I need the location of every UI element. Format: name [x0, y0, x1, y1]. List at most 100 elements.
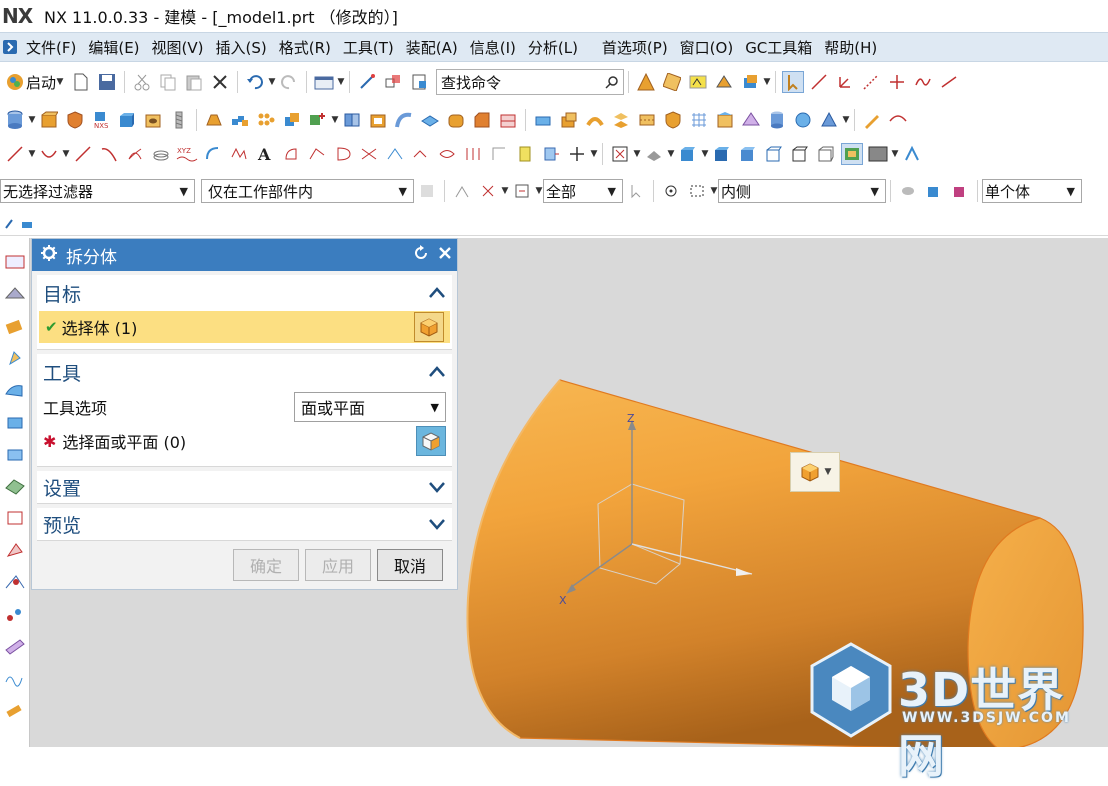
draft-icon[interactable]: [203, 109, 225, 131]
copy-icon[interactable]: [157, 71, 179, 93]
fit-view-icon[interactable]: [609, 143, 631, 165]
chevron-down-icon[interactable]: [428, 478, 446, 496]
touch-mode-icon[interactable]: [356, 71, 378, 93]
display-mode-icon[interactable]: [687, 71, 709, 93]
book-icon[interactable]: [341, 109, 363, 131]
tool-section-header[interactable]: 工具: [37, 354, 452, 390]
menu-edit[interactable]: 编辑(E): [82, 37, 145, 58]
menu-insert[interactable]: 插入(S): [210, 37, 273, 58]
system-scene-icon[interactable]: [4, 602, 26, 626]
chevron-down-icon[interactable]: [428, 515, 446, 533]
select-face-row[interactable]: ✱ 选择面或平面 (0): [37, 424, 452, 458]
wrap-icon[interactable]: [584, 109, 606, 131]
menu-window[interactable]: 窗口(O): [674, 37, 740, 58]
apply-button[interactable]: 应用: [305, 549, 371, 581]
combined-curve-icon[interactable]: [384, 143, 406, 165]
hole-icon[interactable]: [142, 109, 164, 131]
law-curve-icon[interactable]: XYZ: [176, 143, 198, 165]
undo-icon[interactable]: [244, 71, 266, 93]
selection-toggle-icon[interactable]: [782, 71, 805, 93]
system-material-icon[interactable]: [4, 474, 26, 498]
background-icon[interactable]: [867, 143, 889, 165]
circle-select-icon[interactable]: [660, 180, 682, 202]
sweep-icon[interactable]: [393, 109, 415, 131]
line-icon[interactable]: [808, 71, 830, 93]
menu-analysis[interactable]: 分析(L): [522, 37, 584, 58]
polygon-icon[interactable]: [228, 143, 250, 165]
web-browser-icon[interactable]: [4, 410, 26, 434]
ruled-icon[interactable]: [740, 109, 762, 131]
thread-icon[interactable]: [168, 109, 190, 131]
assembly-filter-icon[interactable]: [416, 180, 438, 202]
intersect-curve-icon[interactable]: [358, 143, 380, 165]
coordinate-icon[interactable]: [834, 71, 856, 93]
menu-view[interactable]: 视图(V): [146, 37, 210, 58]
cylinder-icon[interactable]: [4, 109, 26, 131]
curve-trim-icon[interactable]: [887, 109, 909, 131]
hand-view-icon[interactable]: [643, 143, 665, 165]
wave-icon[interactable]: [540, 143, 562, 165]
role-icon[interactable]: [408, 71, 430, 93]
ok-button[interactable]: 确定: [233, 549, 299, 581]
manufacturing-wizard-icon[interactable]: [4, 538, 26, 562]
chevron-up-icon[interactable]: [428, 284, 446, 302]
cancel-button[interactable]: 取消: [377, 549, 443, 581]
preview-section-header[interactable]: 预览: [37, 508, 452, 540]
command-finder-icon[interactable]: [382, 71, 404, 93]
menu-assembly[interactable]: 装配(A): [400, 37, 464, 58]
save-icon[interactable]: [96, 71, 118, 93]
menu-gc-toolbox[interactable]: GC工具箱: [739, 37, 818, 58]
curve-icon[interactable]: [912, 71, 934, 93]
extract-curve-icon[interactable]: [436, 143, 458, 165]
block-extrude-icon[interactable]: [38, 109, 60, 131]
body-filter-select[interactable]: 单个体 ▼: [982, 179, 1082, 203]
body-filter-icon-2[interactable]: [923, 180, 945, 202]
snap-view-icon[interactable]: [661, 71, 683, 93]
more-icon[interactable]: [938, 71, 960, 93]
point-icon[interactable]: [886, 71, 908, 93]
edge-display-icon[interactable]: [713, 71, 735, 93]
shaded-only-icon[interactable]: [737, 143, 759, 165]
select-body-button[interactable]: [414, 312, 444, 342]
target-section-header[interactable]: 目标: [37, 275, 452, 311]
edit-section-icon[interactable]: [901, 143, 923, 165]
section-curve-icon[interactable]: [410, 143, 432, 165]
nxs-icon[interactable]: NXS: [90, 109, 112, 131]
settings-section-header[interactable]: 设置: [37, 471, 452, 503]
pointer-icon[interactable]: [625, 180, 647, 202]
wireframe-hidden-icon[interactable]: [789, 143, 811, 165]
shield-blend-icon[interactable]: [662, 109, 684, 131]
static-wireframe-icon[interactable]: [815, 143, 837, 165]
cylinder-blue-icon[interactable]: [766, 109, 788, 131]
extract-face-icon[interactable]: [610, 109, 632, 131]
shaded-edges-icon[interactable]: [711, 143, 733, 165]
text-icon[interactable]: A: [254, 143, 276, 165]
wireframe-dim-icon[interactable]: [763, 143, 785, 165]
offset-curve-icon[interactable]: [280, 143, 302, 165]
process-studio-icon[interactable]: [4, 506, 26, 530]
shaded-view-icon[interactable]: [635, 71, 657, 93]
body-filter-icon-1[interactable]: [897, 180, 919, 202]
isoparametric-icon[interactable]: [462, 143, 484, 165]
part-navigator-icon[interactable]: [4, 314, 26, 338]
new-file-icon[interactable]: [70, 71, 92, 93]
helix-icon[interactable]: [124, 143, 146, 165]
studio-icon[interactable]: [841, 143, 863, 165]
arc-icon[interactable]: [38, 143, 60, 165]
rectangle-select-icon[interactable]: [686, 180, 708, 202]
spline-icon[interactable]: [98, 143, 120, 165]
cone-icon[interactable]: [818, 109, 840, 131]
line-tool-icon[interactable]: [4, 143, 26, 165]
surface-icon[interactable]: [419, 109, 441, 131]
corner-icon[interactable]: [488, 143, 510, 165]
combine-icon[interactable]: [281, 109, 303, 131]
reuse-library-icon[interactable]: [4, 346, 26, 370]
menu-help[interactable]: 帮助(H): [818, 37, 883, 58]
pipe-icon[interactable]: [4, 698, 26, 722]
constraint-navigator-icon[interactable]: [4, 282, 26, 306]
sew-icon[interactable]: [636, 109, 658, 131]
select-face-button[interactable]: [416, 426, 446, 456]
pattern-icon[interactable]: [229, 109, 251, 131]
type-filter-select[interactable]: 无选择过滤器 ▼: [0, 179, 195, 203]
array-icon[interactable]: [255, 109, 277, 131]
